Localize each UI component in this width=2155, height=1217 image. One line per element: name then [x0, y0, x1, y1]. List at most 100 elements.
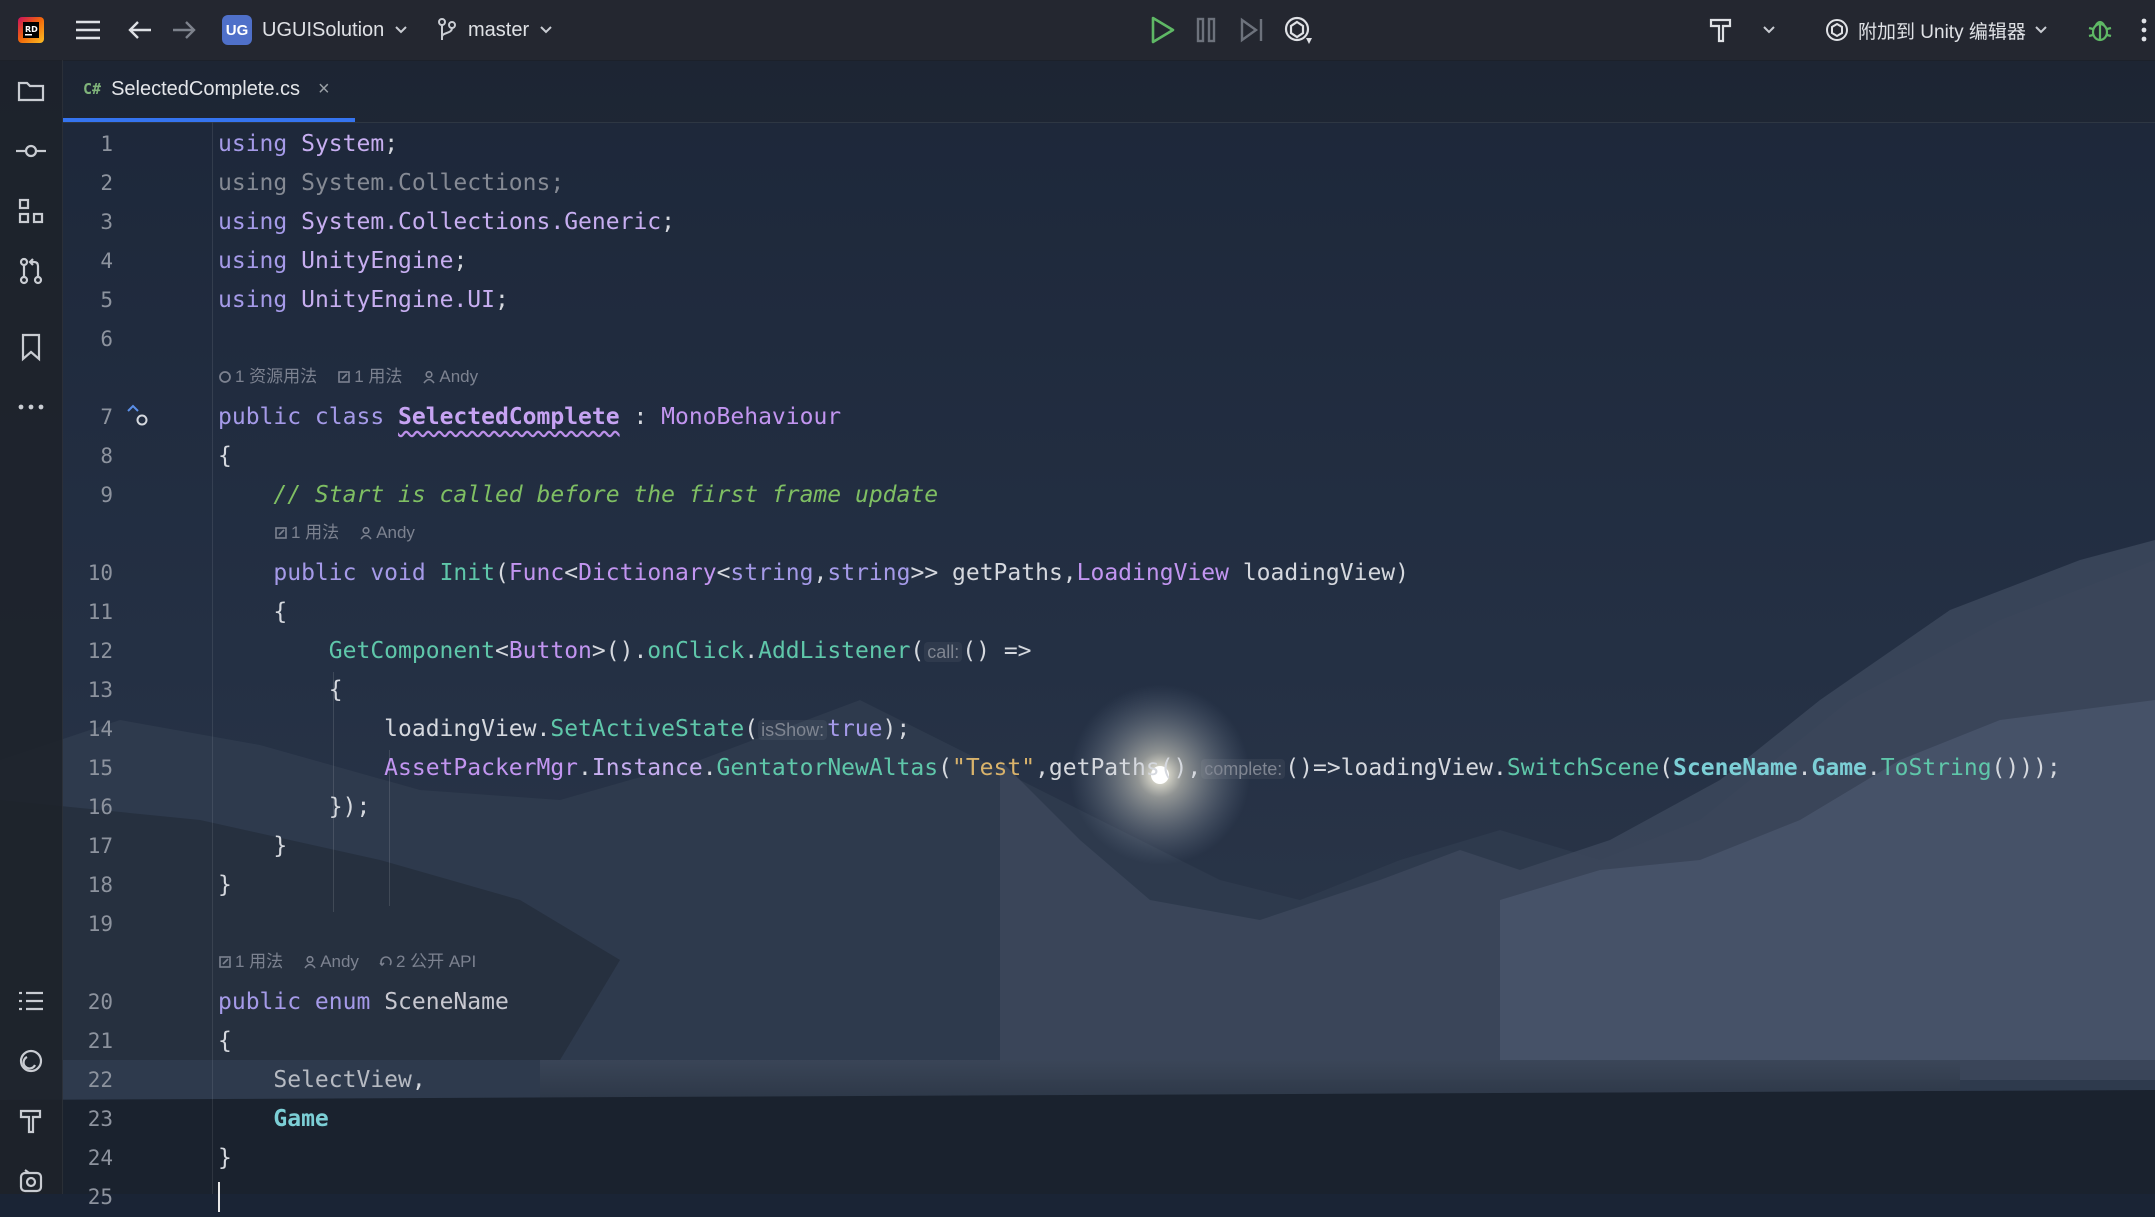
- code-vision-hint[interactable]: 1 用法 Andy: [274, 518, 415, 548]
- code-line: 8 {: [63, 437, 2155, 476]
- chevron-down-icon: [395, 26, 407, 34]
- pull-requests-icon[interactable]: [14, 254, 48, 288]
- code-line: 14 loadingView.SetActiveState(isShow: tru…: [63, 710, 2155, 749]
- code-vision-hint[interactable]: 1 用法 Andy 2 公开 API: [218, 947, 476, 977]
- code-line: 13 {: [63, 671, 2155, 710]
- line-number: 7: [100, 405, 113, 429]
- commit-icon[interactable]: [14, 134, 48, 168]
- code-line: 7 public class SelectedComplete : MonoBe…: [63, 398, 2155, 437]
- line-number: 1: [100, 132, 113, 156]
- usage-icon: [338, 371, 350, 383]
- usage-icon: [219, 956, 231, 968]
- svg-text:RD: RD: [25, 25, 38, 34]
- author-hint[interactable]: Andy: [359, 518, 415, 548]
- bookmark-icon[interactable]: [14, 330, 48, 364]
- line-number: 4: [100, 249, 113, 273]
- code-line: 3 using System.Collections.Generic;: [63, 203, 2155, 242]
- hammer-icon: [1709, 18, 1732, 43]
- branch-selector[interactable]: master: [436, 0, 553, 60]
- line-number: 10: [87, 561, 113, 585]
- code-line: 2 using System.Collections;: [63, 164, 2155, 203]
- line-number: 9: [100, 483, 113, 507]
- code-line: 9 // Start is called before the first fr…: [63, 476, 2155, 515]
- forward-arrow-icon[interactable]: [170, 0, 198, 60]
- line-number: 2: [100, 171, 113, 195]
- code-line: 6: [63, 320, 2155, 359]
- tab-filename: SelectedComplete.cs: [111, 77, 301, 100]
- code-line: 5 using UnityEngine.UI;: [63, 281, 2155, 320]
- usage-icon: [275, 527, 287, 539]
- parameter-hint: isShow:: [758, 720, 828, 740]
- chevron-down-icon: [540, 26, 552, 34]
- user-icon: [360, 526, 372, 540]
- author-hint[interactable]: Andy: [303, 947, 359, 977]
- services-icon[interactable]: [14, 1044, 48, 1078]
- title-bar: RD UG UGUISolution master 附加到 Unity 编辑器: [0, 0, 2155, 61]
- step-forward-icon: [1240, 17, 1263, 43]
- line-number: 14: [87, 717, 113, 741]
- code-line: 21 {: [63, 1022, 2155, 1061]
- line-number: 13: [87, 678, 113, 702]
- line-number: 24: [87, 1146, 113, 1170]
- code-line: 20 public enum SceneName: [63, 983, 2155, 1022]
- api-icon: [379, 956, 392, 967]
- usage-hint[interactable]: 1 用法: [337, 362, 402, 392]
- line-number: 8: [100, 444, 113, 468]
- line-number: 19: [87, 912, 113, 936]
- code-editor[interactable]: 1 using System; 2 using System.Collectio…: [63, 122, 2155, 1212]
- parameter-hint: call:: [924, 642, 963, 662]
- build-icon[interactable]: [14, 1104, 48, 1138]
- play-icon: [1151, 16, 1175, 44]
- unity-class-gutter-icon[interactable]: [125, 402, 155, 432]
- asset-usage-hint[interactable]: 1 资源用法: [218, 362, 317, 392]
- build-dropdown-button[interactable]: [1762, 0, 1776, 60]
- line-number: 22: [87, 1068, 113, 1092]
- usage-hint[interactable]: 1 用法: [218, 947, 283, 977]
- unity-logo-icon: [1826, 19, 1848, 41]
- editor-tab-bar: C# SelectedComplete.cs ×: [63, 60, 2155, 123]
- project-badge: UG: [222, 15, 252, 45]
- step-button[interactable]: [1238, 0, 1266, 60]
- more-horizontal-icon[interactable]: [14, 390, 48, 424]
- chevron-down-icon: [1763, 26, 1775, 34]
- close-tab-icon[interactable]: ×: [318, 78, 330, 101]
- back-arrow-icon[interactable]: [126, 0, 154, 60]
- line-number: 11: [87, 600, 113, 624]
- todo-list-icon[interactable]: [14, 984, 48, 1018]
- code-vision-hint[interactable]: 1 资源用法 1 用法 Andy: [218, 362, 478, 392]
- author-hint[interactable]: Andy: [422, 362, 478, 392]
- unity-explorer-icon[interactable]: [14, 1164, 48, 1198]
- code-line: 10 public void Init(Func<Dictionary<stri…: [63, 554, 2155, 593]
- run-button[interactable]: [1148, 0, 1176, 60]
- pause-button[interactable]: [1194, 0, 1218, 60]
- unity-attach-button[interactable]: [1282, 0, 1314, 60]
- more-vertical-icon[interactable]: [2140, 0, 2148, 60]
- main-menu-button[interactable]: [74, 0, 102, 60]
- structure-icon[interactable]: [14, 194, 48, 228]
- code-line: 12 GetComponent<Button>().onClick.AddLis…: [63, 632, 2155, 671]
- code-line: 4 using UnityEngine;: [63, 242, 2155, 281]
- code-line: 19: [63, 905, 2155, 944]
- public-api-hint[interactable]: 2 公开 API: [379, 947, 476, 977]
- parameter-hint: complete:: [1201, 759, 1286, 779]
- line-number: 23: [87, 1107, 113, 1131]
- code-line: 25: [63, 1178, 2155, 1217]
- code-line: 23 Game: [63, 1100, 2155, 1139]
- line-number: 18: [87, 873, 113, 897]
- tab-selectedcomplete[interactable]: C# SelectedComplete.cs ×: [63, 60, 355, 122]
- line-number: 20: [87, 990, 113, 1014]
- build-hammer-button[interactable]: [1708, 0, 1734, 60]
- bug-icon: [2088, 20, 2112, 42]
- code-line: 16 });: [63, 788, 2155, 827]
- project-selector[interactable]: UG UGUISolution: [222, 0, 408, 60]
- attach-unity-editor-button[interactable]: 附加到 Unity 编辑器: [1824, 0, 2048, 60]
- tool-window-sidebar: [0, 60, 63, 1194]
- debug-button[interactable]: [2086, 0, 2114, 60]
- branch-name: master: [468, 18, 530, 41]
- chevron-down-icon: [2035, 26, 2047, 34]
- rider-logo-icon: RD: [16, 0, 46, 60]
- unity-asset-icon: [219, 371, 231, 383]
- usage-hint[interactable]: 1 用法: [274, 518, 339, 548]
- folder-icon[interactable]: [14, 74, 48, 108]
- code-line: 22 SelectView,: [63, 1061, 2155, 1100]
